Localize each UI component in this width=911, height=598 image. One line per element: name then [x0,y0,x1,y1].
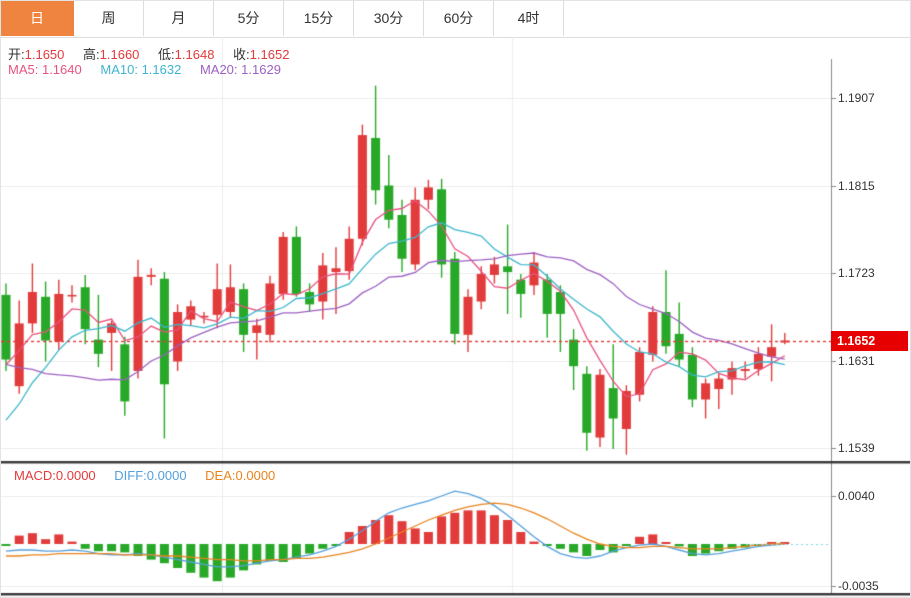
macd-axis-tick-label: -0.0035 [838,579,879,593]
price-axis-tick-label: 1.1907 [838,91,875,105]
macd-readout: MACD:0.0000 DIFF:0.0000 DEA:0.0000 [14,468,290,483]
price-axis-tick-label: 1.1631 [838,354,875,368]
ma5-label: MA5: [8,62,38,77]
trading-chart-app: 日 周 月 5分 15分 30分 60分 4时 开:1.1650 高:1.166… [0,0,911,598]
high-value: 1.1660 [100,47,140,62]
close-value: 1.1652 [250,47,290,62]
ohlc-readout: 开:1.1650 高:1.1660 低:1.1648 收:1.1652 [8,44,304,63]
price-axis-tick-label: 1.1539 [838,441,875,455]
ma10-label: MA10: [100,62,138,77]
dea-label: DEA: [205,468,235,483]
price-axis-tick-label: 1.1723 [838,266,875,280]
macd-axis-tick-label: 0.0040 [838,489,875,503]
macd-label: MACD: [14,468,56,483]
low-value: 1.1648 [175,47,215,62]
ma20-value: 1.1629 [241,62,281,77]
low-label: 低: [158,47,175,62]
macd-value: 0.0000 [56,468,96,483]
open-value: 1.1650 [25,47,65,62]
current-price-badge: 1.1652 [831,331,908,351]
candlestick-macd-chart[interactable] [1,1,911,598]
diff-label: DIFF: [114,468,147,483]
dea-value: 0.0000 [236,468,276,483]
high-label: 高: [83,47,100,62]
diff-value: 0.0000 [147,468,187,483]
open-label: 开: [8,47,25,62]
price-axis-tick-label: 1.1815 [838,179,875,193]
close-label: 收: [233,47,250,62]
ma-readout: MA5: 1.1640 MA10: 1.1632 MA20: 1.1629 [8,62,296,77]
ma20-label: MA20: [200,62,238,77]
ma5-value: 1.1640 [42,62,82,77]
ma10-value: 1.1632 [142,62,182,77]
